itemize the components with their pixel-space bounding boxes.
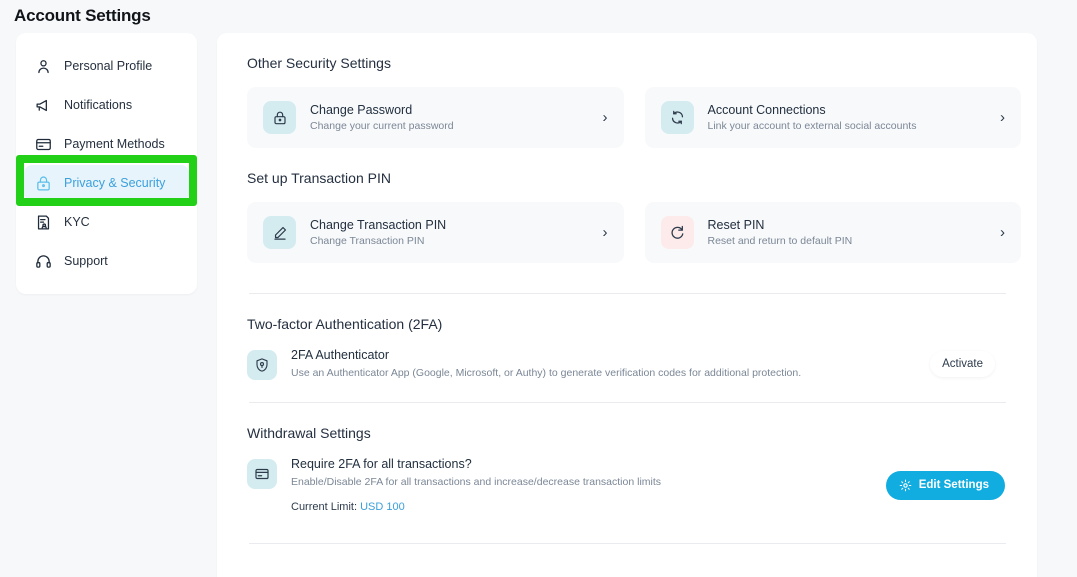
section-heading-transaction-pin: Set up Transaction PIN [247,170,391,186]
sidebar-item-label: Privacy & Security [64,176,166,190]
tile-title: Change Transaction PIN [310,218,447,232]
section-heading-withdrawal: Withdrawal Settings [247,425,371,442]
tile-subtitle: Change Transaction PIN [310,235,425,247]
row-require-2fa-transactions: Require 2FA for all transactions? Enable… [247,457,1021,513]
lock-icon [263,101,296,134]
tile-text: Account Connections Link your account to… [708,103,979,132]
tile-text: Reset PIN Reset and return to default PI… [708,218,979,247]
id-document-icon [34,213,52,231]
chevron-right-icon: › [602,224,608,241]
chevron-right-icon: › [1000,224,1005,241]
tile-title: Change Password [310,103,413,117]
refresh-icon [660,101,694,134]
card-icon [247,459,277,490]
section-heading-other-security: Other Security Settings [247,55,391,71]
page-title: Account Settings [14,6,151,25]
tile-subtitle: Link your account to external social acc… [707,120,917,132]
pencil-icon [263,216,296,249]
section-heading-two-factor: Two-factor Authentication (2FA) [247,316,443,332]
current-limit-label: Current Limit: [291,501,358,514]
credit-card-icon [34,135,52,153]
feature-text: 2FA Authenticator Use an Authenticator A… [291,348,916,380]
tile-title: Reset PIN [707,218,765,232]
privacy-security-panel: Other Security Settings Change Password … [217,33,1037,577]
current-limit: Current Limit: USD 100 [291,501,872,513]
tile-title: Account Connections [707,103,826,117]
row-2fa-authenticator: 2FA Authenticator Use an Authenticator A… [247,348,1021,380]
feature-text: Require 2FA for all transactions? Enable… [291,457,872,513]
megaphone-icon [34,96,52,114]
headset-icon [34,252,52,270]
edit-settings-label: Edit Settings [918,479,989,492]
sidebar-item-kyc[interactable]: KYC [24,204,189,240]
tile-reset-pin[interactable]: Reset PIN Reset and return to default PI… [644,202,1021,263]
shield-key-icon [247,350,277,380]
feature-subtitle: Enable/Disable 2FA for all transactions … [291,476,662,489]
sidebar-item-notifications[interactable]: Notifications [24,87,189,123]
sidebar-item-label: Notifications [64,98,133,112]
reset-arrow-icon [660,216,694,249]
section-divider [249,543,1006,545]
tile-subtitle: Change your current password [310,120,454,132]
chevron-right-icon: › [1000,109,1005,126]
transaction-pin-tiles: Change Transaction PIN Change Transactio… [247,202,1021,263]
sidebar-item-label: KYC [64,215,90,229]
sidebar-item-payment-methods[interactable]: Payment Methods [24,126,189,162]
feature-subtitle: Use an Authenticator App (Google, Micros… [291,367,802,379]
tile-account-connections[interactable]: Account Connections Link your account to… [644,87,1021,148]
sidebar-item-personal-profile[interactable]: Personal Profile [24,48,189,84]
activate-2fa-button[interactable]: Activate [930,351,995,378]
other-security-tiles: Change Password Change your current pass… [247,87,1021,148]
tile-change-transaction-pin[interactable]: Change Transaction PIN Change Transactio… [247,202,624,263]
user-icon [34,57,52,75]
lock-icon [34,174,52,192]
sidebar-item-support[interactable]: Support [24,243,189,279]
edit-settings-button[interactable]: Edit Settings [885,470,1005,500]
settings-sidebar: Personal Profile Notifications Payment M… [16,33,197,294]
feature-title: Require 2FA for all transactions? [291,457,472,472]
sidebar-item-label: Payment Methods [64,137,165,151]
gear-icon [899,479,912,492]
current-limit-value[interactable]: USD 100 [360,501,405,513]
tile-change-password[interactable]: Change Password Change your current pass… [247,87,624,148]
tile-subtitle: Reset and return to default PIN [707,235,853,247]
sidebar-item-privacy-and-security[interactable]: Privacy & Security [24,165,196,201]
chevron-right-icon: › [602,109,608,126]
sidebar-item-label: Support [64,254,108,268]
tile-text: Change Password Change your current pass… [310,103,581,132]
sidebar-item-label: Personal Profile [64,59,153,73]
tile-text: Change Transaction PIN Change Transactio… [310,218,581,247]
feature-title: 2FA Authenticator [291,348,389,362]
